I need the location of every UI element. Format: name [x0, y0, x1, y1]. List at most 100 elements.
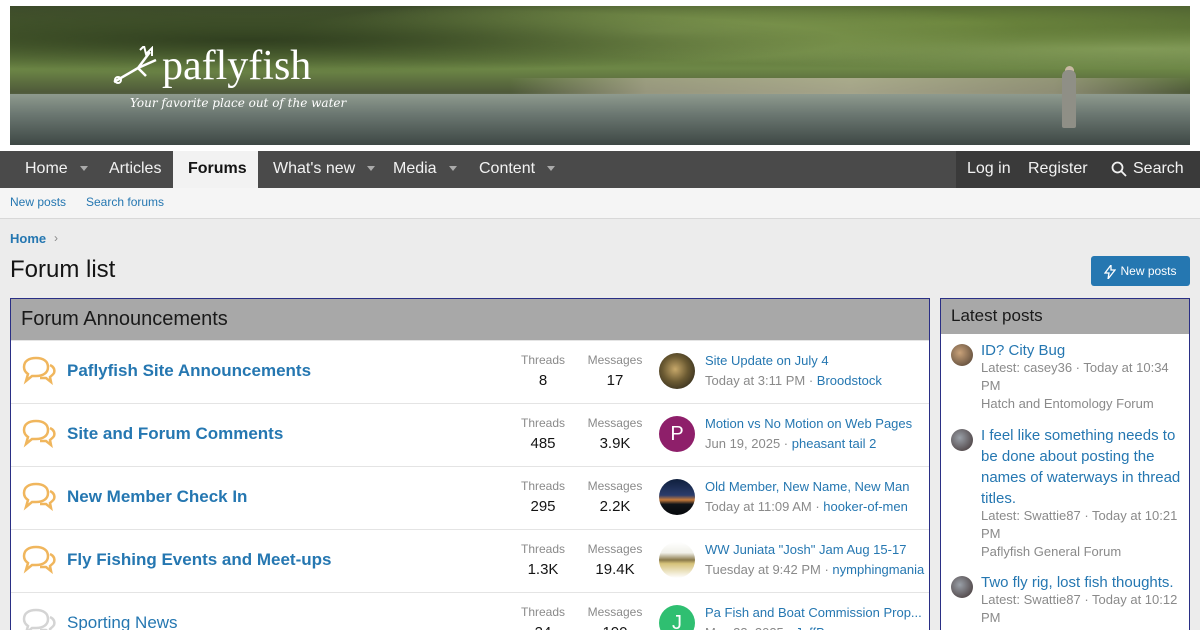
forum-chat-icon	[22, 419, 56, 448]
avatar[interactable]	[659, 353, 695, 389]
last-post-title[interactable]: WW Juniata "Josh" Jam Aug 15-17	[705, 542, 906, 557]
forum-row: New Member Check In Threads 295 Messages 2.2…	[11, 466, 929, 529]
latest-post-forum[interactable]: Paflyfish General Forum	[981, 544, 1121, 559]
latest-posts-widget: Latest posts ID? City Bug Latest: casey3…	[940, 298, 1190, 630]
last-post-user[interactable]: JeffB	[795, 625, 824, 630]
threads-label: Threads	[520, 479, 566, 493]
search-button[interactable]: Search	[1100, 151, 1195, 188]
subnav-search-forums[interactable]: Search forums	[86, 195, 164, 209]
nav-forums[interactable]: Forums	[173, 151, 258, 188]
last-post-time[interactable]: Today at 11:09 AM	[705, 499, 812, 514]
page-title: Forum list	[10, 256, 116, 283]
nav-home[interactable]: Home	[10, 151, 103, 188]
forum-title[interactable]: Site and Forum Comments	[67, 424, 283, 444]
threads-label: Threads	[520, 542, 566, 556]
threads-count: 8	[538, 372, 548, 389]
messages-count: 19.4K	[595, 561, 635, 578]
latest-post-forum[interactable]: Hatch and Entomology Forum	[981, 396, 1154, 411]
avatar[interactable]	[951, 429, 973, 451]
latest-posts-title: Latest posts	[941, 299, 1189, 334]
last-post-title[interactable]: Pa Fish and Boat Commission Prop...	[705, 605, 922, 620]
nav-whats-new-label: What's new	[273, 160, 356, 177]
messages-label: Messages	[587, 353, 643, 367]
avatar[interactable]	[951, 576, 973, 598]
login-link[interactable]: Log in	[956, 151, 1022, 188]
breadcrumb-home[interactable]: Home	[10, 231, 46, 246]
messages-count: 17	[606, 372, 624, 389]
forum-title[interactable]: Paflyfish Site Announcements	[67, 361, 311, 381]
meta-separator: ·	[820, 562, 833, 577]
last-post-user[interactable]: hooker-of-men	[823, 499, 908, 514]
register-label: Register	[1028, 160, 1088, 177]
latest-post-item: I feel like something needs to be done a…	[951, 425, 1183, 560]
last-post-user[interactable]: nymphingmania	[832, 562, 924, 577]
last-post-title[interactable]: Site Update on July 4	[705, 353, 829, 368]
threads-count: 485	[530, 435, 556, 452]
category-title[interactable]: Forum Announcements	[11, 299, 929, 340]
search-icon	[1111, 161, 1127, 177]
nav-articles-label: Articles	[109, 160, 162, 177]
forum-title[interactable]: New Member Check In	[67, 487, 247, 507]
last-post-meta: May 23, 2025 · JeffB	[705, 625, 825, 630]
nav-content[interactable]: Content	[464, 151, 570, 188]
forum-chat-icon	[22, 482, 56, 511]
site-tagline: Your favorite place out of the water	[130, 96, 347, 110]
messages-label: Messages	[587, 605, 643, 619]
last-post-title[interactable]: Old Member, New Name, New Man	[705, 479, 909, 494]
chevron-down-icon[interactable]	[448, 166, 457, 172]
latest-post-title[interactable]: I feel like something needs to be done a…	[981, 425, 1183, 509]
forum-row: Paflyfish Site Announcements Threads 8 Mess…	[11, 340, 929, 403]
forum-chat-icon	[22, 545, 56, 574]
last-post-time[interactable]: Tuesday at 9:42 PM	[705, 562, 821, 577]
nav-whats-new[interactable]: What's new	[258, 151, 390, 188]
threads-count: 1.3K	[527, 561, 559, 578]
latest-post-item: ID? City Bug Latest: casey36 · Today at …	[951, 340, 1183, 412]
nav-home-label: Home	[25, 160, 68, 177]
chevron-down-icon[interactable]	[367, 166, 376, 172]
fly-logo-icon	[113, 46, 157, 84]
meta-separator: ·	[811, 499, 824, 514]
messages-count: 190	[580, 624, 650, 630]
banner-image[interactable]: paflyfish Your favorite place out of the…	[10, 6, 1190, 145]
latest-post-title[interactable]: Two fly rig, lost fish thoughts.	[981, 572, 1183, 593]
banner-angler	[1062, 70, 1076, 128]
latest-post-meta: Latest: casey36 · Today at 10:34 PM	[981, 360, 1169, 393]
forum-title[interactable]: Sporting News	[67, 613, 178, 630]
last-post-time[interactable]: Today at 3:11 PM	[705, 373, 805, 388]
last-post-user[interactable]: Broodstock	[817, 373, 882, 388]
avatar[interactable]: P	[659, 416, 695, 452]
threads-count: 295	[530, 498, 556, 515]
forum-row: Site and Forum Comments Threads 485 Message…	[11, 403, 929, 466]
forum-title[interactable]: Fly Fishing Events and Meet-ups	[67, 550, 331, 570]
latest-post-title[interactable]: ID? City Bug	[981, 340, 1183, 361]
messages-label: Messages	[587, 416, 643, 430]
last-post-user[interactable]: pheasant tail 2	[792, 436, 877, 451]
avatar[interactable]	[659, 479, 695, 515]
register-link[interactable]: Register	[1017, 151, 1099, 188]
new-posts-button[interactable]: New posts	[1091, 256, 1190, 286]
threads-label: Threads	[520, 605, 566, 619]
chevron-down-icon[interactable]	[547, 166, 556, 172]
forum-category-block: Forum Announcements Paflyfish Site Annou…	[10, 298, 930, 630]
last-post-meta: Jun 19, 2025 · pheasant tail 2	[705, 436, 876, 451]
avatar[interactable]: J	[659, 605, 695, 630]
subnav-new-posts[interactable]: New posts	[10, 195, 66, 209]
last-post-meta: Today at 11:09 AM · hooker-of-men	[705, 499, 908, 514]
avatar[interactable]	[659, 542, 695, 578]
last-post-time[interactable]: May 23, 2025	[705, 625, 784, 630]
site-header: paflyfish Your favorite place out of the…	[0, 0, 1200, 151]
forum-row: Fly Fishing Events and Meet-ups Threads 1.…	[11, 529, 929, 592]
nav-media[interactable]: Media	[378, 151, 472, 188]
new-posts-button-label: New posts	[1120, 264, 1177, 278]
last-post-time[interactable]: Jun 19, 2025	[705, 436, 780, 451]
avatar[interactable]	[951, 344, 973, 366]
last-post-title[interactable]: Motion vs No Motion on Web Pages	[705, 416, 912, 431]
nav-articles[interactable]: Articles	[94, 151, 176, 188]
meta-separator: ·	[780, 436, 792, 451]
messages-label: Messages	[587, 479, 643, 493]
messages-label: Messages	[587, 542, 643, 556]
latest-post-meta: Latest: Swattie87 · Today at 10:21 PM	[981, 508, 1178, 541]
chevron-down-icon[interactable]	[79, 166, 88, 172]
nav-content-label: Content	[479, 160, 536, 177]
avatar-letter: P	[670, 423, 684, 445]
